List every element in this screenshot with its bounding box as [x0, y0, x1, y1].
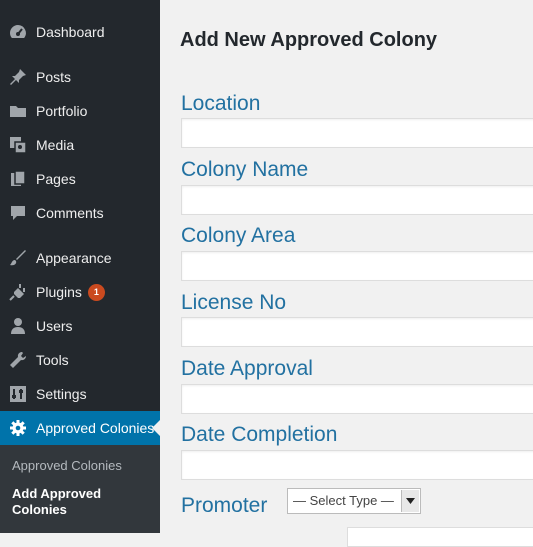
- pin-icon: [8, 68, 28, 86]
- location-field[interactable]: [181, 118, 533, 148]
- sidebar-item-portfolio[interactable]: Portfolio: [0, 94, 160, 128]
- sidebar-item-label: Settings: [36, 386, 87, 402]
- license-no-label: License No: [181, 291, 287, 314]
- submenu-item-label-line: Colonies: [12, 502, 67, 517]
- next-field-input[interactable]: [347, 527, 533, 547]
- sidebar-item-media[interactable]: Media: [0, 128, 160, 162]
- wrench-icon: [8, 351, 28, 369]
- sidebar-item-posts[interactable]: Posts: [0, 60, 160, 94]
- colony-area-label: Colony Area: [181, 224, 296, 247]
- sidebar-item-label: Posts: [36, 69, 72, 85]
- sidebar-item-users[interactable]: Users: [0, 309, 160, 343]
- sidebar-item-approved-colonies[interactable]: Approved Colonies: [0, 411, 160, 445]
- sidebar-item-label: Portfolio: [36, 103, 88, 119]
- promoter-label: Promoter: [181, 494, 268, 517]
- sidebar-item-label: Comments: [36, 205, 104, 221]
- sidebar-submenu: Approved Colonies Add Approved Colonies: [0, 445, 160, 533]
- page-title: Add New Approved Colony: [180, 29, 438, 51]
- sidebar-item-label: Plugins: [36, 284, 82, 300]
- sidebar-item-appearance[interactable]: Appearance: [0, 241, 160, 275]
- plug-icon: [8, 283, 28, 301]
- date-approval-label: Date Approval: [181, 357, 313, 380]
- license-no-field[interactable]: [181, 317, 533, 347]
- sidebar-item-dashboard[interactable]: Dashboard: [0, 15, 160, 49]
- sidebar-item-comments[interactable]: Comments: [0, 196, 160, 230]
- date-approval-field[interactable]: [181, 384, 533, 414]
- sidebar-item-label: Appearance: [36, 250, 112, 266]
- date-completion-label: Date Completion: [181, 423, 338, 446]
- brush-icon: [8, 249, 28, 267]
- promoter-select-value: — Select Type —: [293, 493, 394, 508]
- colony-name-field[interactable]: [181, 185, 533, 215]
- sidebar-item-label: Users: [36, 318, 73, 334]
- user-icon: [8, 317, 28, 335]
- colony-name-label: Colony Name: [181, 158, 309, 181]
- submenu-item-add-approved-colonies[interactable]: Add Approved Colonies: [12, 486, 101, 518]
- sidebar-item-tools[interactable]: Tools: [0, 343, 160, 377]
- gear-icon: [8, 419, 28, 437]
- chevron-down-icon: [401, 490, 419, 512]
- comment-icon: [8, 204, 28, 222]
- sidebar-item-pages[interactable]: Pages: [0, 162, 160, 196]
- sidebar-item-label: Approved Colonies: [36, 420, 155, 436]
- pages-icon: [8, 170, 28, 188]
- sidebar-item-label: Dashboard: [36, 24, 105, 40]
- submenu-item-approved-colonies[interactable]: Approved Colonies: [12, 458, 122, 474]
- sidebar-item-settings[interactable]: Settings: [0, 377, 160, 411]
- submenu-item-label-line: Add Approved: [12, 486, 102, 501]
- admin-sidebar: Dashboard Posts Portfolio Media Pages Co…: [0, 0, 160, 533]
- date-completion-field[interactable]: [181, 450, 533, 480]
- plugin-update-badge: 1: [87, 283, 105, 301]
- sidebar-item-label: Media: [36, 137, 75, 153]
- sidebar-item-plugins[interactable]: Plugins 1: [0, 275, 160, 309]
- main-content: Add New Approved Colony Location Colony …: [160, 0, 533, 547]
- dashboard-icon: [8, 23, 28, 41]
- location-label: Location: [181, 92, 261, 115]
- media-icon: [8, 136, 28, 154]
- colony-area-field[interactable]: [181, 251, 533, 281]
- folder-icon: [8, 102, 28, 120]
- promoter-select[interactable]: — Select Type —: [287, 488, 421, 514]
- sidebar-item-label: Tools: [36, 352, 69, 368]
- sidebar-item-label: Pages: [36, 171, 76, 187]
- settings-icon: [8, 385, 28, 403]
